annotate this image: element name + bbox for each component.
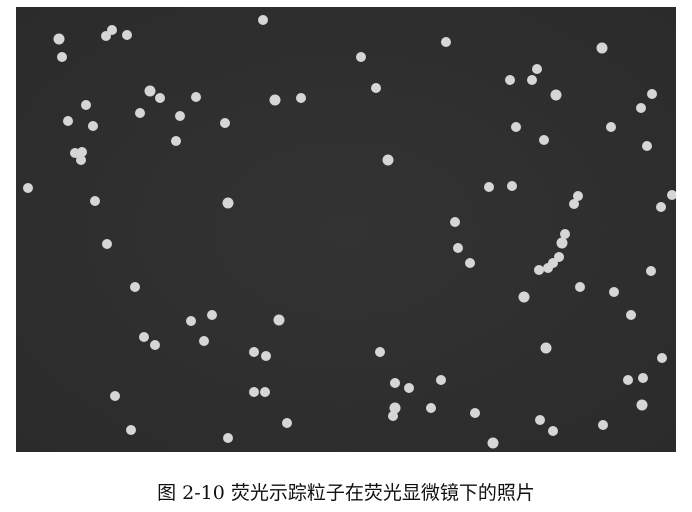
fluorescent-particle bbox=[249, 387, 259, 397]
fluorescent-particle bbox=[107, 25, 117, 35]
fluorescent-particle bbox=[575, 282, 585, 292]
fluorescent-particle bbox=[609, 287, 619, 297]
fluorescent-particle bbox=[636, 399, 648, 411]
fluorescent-particle bbox=[626, 310, 636, 320]
fluorescent-particle bbox=[543, 263, 553, 273]
fluorescent-particle bbox=[527, 75, 537, 85]
fluorescent-particle bbox=[53, 33, 65, 45]
fluorescent-particle bbox=[269, 94, 281, 106]
fluorescent-particle bbox=[375, 347, 385, 357]
figure-caption: 图 2-10 荧光示踪粒子在荧光显微镜下的照片 bbox=[157, 482, 535, 504]
fluorescent-particle bbox=[88, 121, 98, 131]
fluorescence-micrograph bbox=[16, 7, 676, 452]
fluorescent-particle bbox=[199, 336, 209, 346]
fluorescent-particle bbox=[102, 239, 112, 249]
fluorescent-particle bbox=[484, 182, 494, 192]
fluorescent-particle bbox=[122, 30, 132, 40]
fluorescent-particle bbox=[220, 118, 230, 128]
fluorescent-particle bbox=[470, 408, 480, 418]
fluorescent-particle bbox=[532, 64, 542, 74]
fluorescent-particle bbox=[656, 202, 666, 212]
fluorescent-particle bbox=[207, 310, 217, 320]
fluorescent-particle bbox=[81, 100, 91, 110]
fluorescent-particle bbox=[371, 83, 381, 93]
fluorescent-particle bbox=[296, 93, 306, 103]
fluorescent-particle bbox=[191, 92, 201, 102]
fluorescent-particle bbox=[76, 155, 86, 165]
fluorescent-particle bbox=[150, 340, 160, 350]
fluorescent-particle bbox=[507, 181, 517, 191]
fluorescent-particle bbox=[175, 111, 185, 121]
fluorescent-particle bbox=[404, 383, 414, 393]
fluorescent-particle bbox=[139, 332, 149, 342]
fluorescent-particle bbox=[540, 342, 552, 354]
fluorescent-particle bbox=[534, 265, 544, 275]
fluorescent-particle bbox=[144, 85, 156, 97]
fluorescent-particle bbox=[126, 425, 136, 435]
fluorescent-particle bbox=[647, 89, 657, 99]
fluorescent-particle bbox=[261, 351, 271, 361]
fluorescent-particle bbox=[90, 196, 100, 206]
fluorescent-particle bbox=[606, 122, 616, 132]
fluorescent-particle bbox=[258, 15, 268, 25]
fluorescent-particle bbox=[453, 243, 463, 253]
fluorescent-particle bbox=[569, 199, 579, 209]
fluorescent-particle bbox=[518, 291, 530, 303]
fluorescent-particle bbox=[550, 89, 562, 101]
fluorescent-particle bbox=[487, 437, 499, 449]
micrograph-background bbox=[16, 7, 676, 452]
fluorescent-particle bbox=[273, 314, 285, 326]
fluorescent-particle bbox=[642, 141, 652, 151]
fluorescent-particle bbox=[390, 378, 400, 388]
fluorescent-particle bbox=[57, 52, 67, 62]
fluorescent-particle bbox=[388, 411, 398, 421]
fluorescent-particle bbox=[436, 375, 446, 385]
fluorescent-particle bbox=[556, 237, 568, 249]
fluorescent-particle bbox=[222, 197, 234, 209]
fluorescent-particle bbox=[282, 418, 292, 428]
fluorescent-particle bbox=[646, 266, 656, 276]
fluorescent-particle bbox=[450, 217, 460, 227]
fluorescent-particle bbox=[638, 373, 648, 383]
fluorescent-particle bbox=[382, 154, 394, 166]
fluorescent-particle bbox=[505, 75, 515, 85]
fluorescent-particle bbox=[130, 282, 140, 292]
fluorescent-particle bbox=[636, 103, 646, 113]
fluorescent-particle bbox=[465, 258, 475, 268]
fluorescent-particle bbox=[560, 229, 570, 239]
fluorescent-particle bbox=[539, 135, 549, 145]
fluorescent-particle bbox=[441, 37, 451, 47]
fluorescent-particle bbox=[155, 93, 165, 103]
fluorescent-particle bbox=[356, 52, 366, 62]
fluorescent-particle bbox=[535, 415, 545, 425]
fluorescent-particle bbox=[426, 403, 436, 413]
figure: 图 2-10 荧光示踪粒子在荧光显微镜下的照片 bbox=[0, 0, 692, 512]
micrograph-image bbox=[16, 7, 676, 452]
fluorescent-particle bbox=[63, 116, 73, 126]
fluorescent-particle bbox=[596, 42, 608, 54]
fluorescent-particle bbox=[23, 183, 33, 193]
fluorescent-particle bbox=[135, 108, 145, 118]
fluorescent-particle bbox=[223, 433, 233, 443]
fluorescent-particle bbox=[260, 387, 270, 397]
fluorescent-particle bbox=[110, 391, 120, 401]
fluorescent-particle bbox=[186, 316, 196, 326]
fluorescent-particle bbox=[548, 426, 558, 436]
fluorescent-particle bbox=[171, 136, 181, 146]
fluorescent-particle bbox=[657, 353, 667, 363]
fluorescent-particle bbox=[511, 122, 521, 132]
fluorescent-particle bbox=[598, 420, 608, 430]
fluorescent-particle bbox=[249, 347, 259, 357]
fluorescent-particle bbox=[623, 375, 633, 385]
